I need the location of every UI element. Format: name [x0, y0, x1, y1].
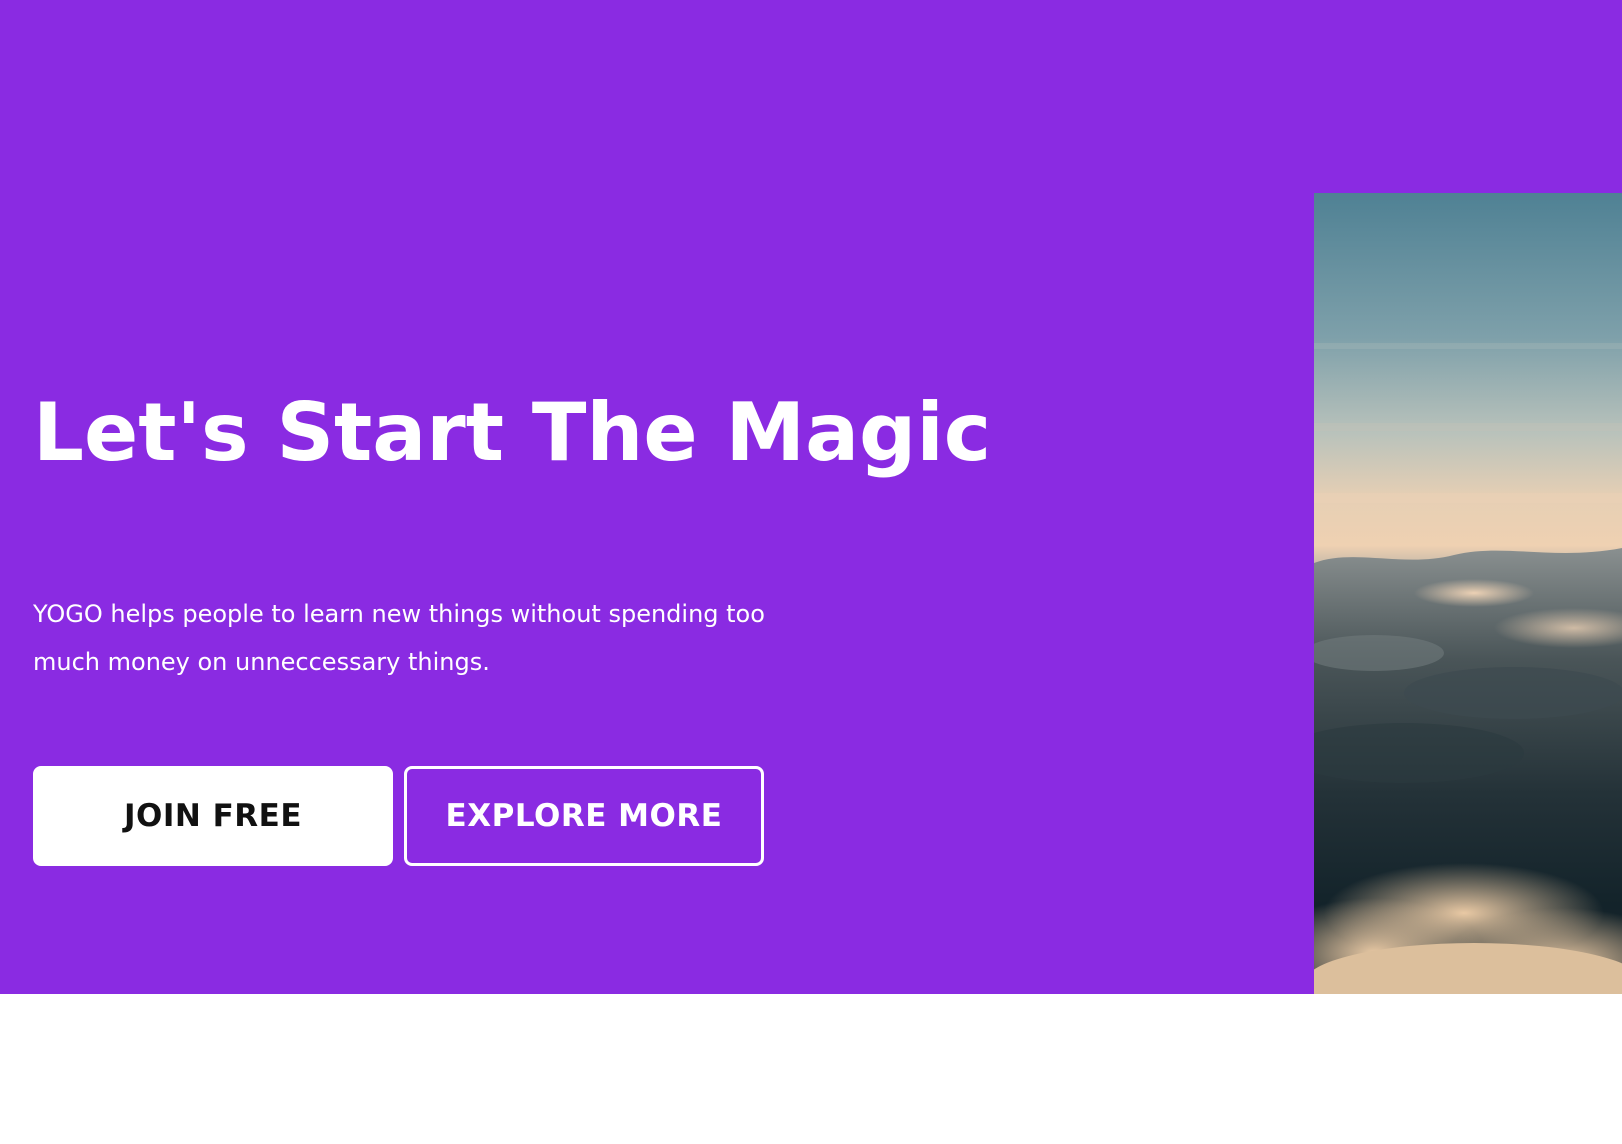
clouds-sky-photo-icon: [1314, 193, 1622, 994]
join-free-button[interactable]: JOIN FREE: [33, 766, 393, 866]
hero-description: YOGO helps people to learn new things wi…: [33, 600, 765, 676]
hero-section: Let's Start The Magic YOGO helps people …: [0, 0, 1622, 994]
hero-title: Let's Start The Magic: [33, 386, 992, 479]
hero-clouds-image: [1314, 193, 1622, 994]
explore-more-button[interactable]: EXPLORE MORE: [404, 766, 764, 866]
